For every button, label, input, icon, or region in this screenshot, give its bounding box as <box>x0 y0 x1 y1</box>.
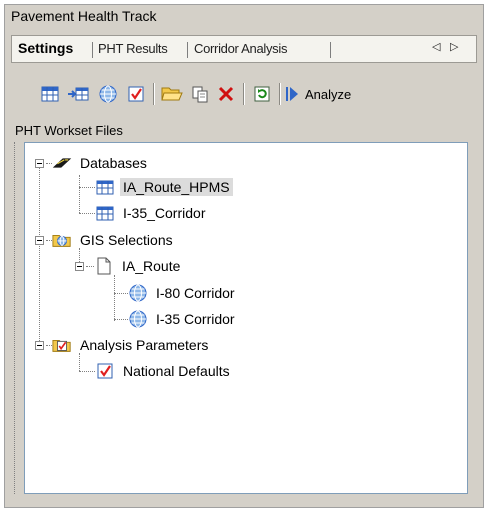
tree-label: IA_Route <box>122 258 181 274</box>
tree-label: I-35_Corridor <box>123 205 206 221</box>
globe-icon <box>128 310 148 328</box>
refresh-icon[interactable] <box>251 83 273 105</box>
tree-node-i80-corridor[interactable]: I-80 Corridor <box>114 283 238 303</box>
globe-icon <box>128 284 148 302</box>
globe-folder-icon <box>52 231 72 249</box>
table-icon <box>95 178 115 196</box>
tab-corridor-analysis[interactable]: Corridor Analysis <box>194 41 287 56</box>
tree-node-i35-corridor-db[interactable]: I-35_Corridor <box>79 203 208 223</box>
tree-node-ia-route[interactable]: IA_Route <box>75 256 183 276</box>
globe-icon[interactable] <box>97 83 119 105</box>
tree-node-analysis-parameters[interactable]: Analysis Parameters <box>35 335 211 355</box>
tree-node-gis-selections[interactable]: GIS Selections <box>35 230 176 250</box>
tree-node-ia-route-hpms[interactable]: IA_Route_HPMS <box>79 177 233 197</box>
toolbar-separator <box>279 83 280 105</box>
tree-label: I-35 Corridor <box>156 311 235 327</box>
workset-files-label: PHT Workset Files <box>15 123 123 138</box>
collapse-toggle[interactable] <box>35 235 44 245</box>
tree-label: GIS Selections <box>80 232 173 248</box>
tab-divider <box>330 42 331 58</box>
delete-icon[interactable] <box>215 83 237 105</box>
play-icon <box>286 87 298 101</box>
checklist-folder-icon <box>52 336 72 354</box>
toolbar: Analyze <box>11 73 477 113</box>
tab-divider <box>187 42 188 58</box>
analyze-button[interactable]: Analyze <box>285 83 351 105</box>
tab-scroll-left-icon[interactable]: ◁ <box>432 40 440 53</box>
toolbar-separator <box>243 83 244 105</box>
tree-label: I-80 Corridor <box>156 285 235 301</box>
tree-label: Databases <box>80 155 147 171</box>
checklist-icon[interactable] <box>125 83 147 105</box>
open-folder-icon[interactable] <box>161 83 183 105</box>
tree-guide-line <box>14 142 16 494</box>
collapse-toggle[interactable] <box>35 158 44 168</box>
tree-node-national-defaults[interactable]: National Defaults <box>79 361 233 381</box>
checklist-icon <box>95 362 115 380</box>
table-icon <box>95 204 115 222</box>
tree-label: Analysis Parameters <box>80 337 209 353</box>
analyze-label: Analyze <box>305 86 352 102</box>
tab-scroll-right-icon[interactable]: ▷ <box>450 40 458 53</box>
tree-label: IA_Route_HPMS <box>120 178 233 196</box>
copy-icon[interactable] <box>189 83 211 105</box>
document-icon <box>94 257 114 275</box>
window-title: Pavement Health Track <box>11 8 157 24</box>
workset-tree[interactable]: Databases IA_Route_HPMS I-35_Corridor GI… <box>24 142 468 494</box>
tree-label: National Defaults <box>123 363 230 379</box>
table-icon[interactable] <box>39 83 61 105</box>
tree-node-databases[interactable]: Databases <box>35 153 150 173</box>
import-table-icon[interactable] <box>67 83 89 105</box>
database-icon <box>52 154 72 172</box>
collapse-toggle[interactable] <box>35 340 44 350</box>
tab-settings[interactable]: Settings <box>18 40 73 56</box>
tree-node-i35-corridor-gis[interactable]: I-35 Corridor <box>114 309 238 329</box>
toolbar-separator <box>153 83 154 105</box>
tab-strip: Settings PHT Results Corridor Analysis ◁… <box>11 35 477 63</box>
tree-guide-line <box>39 167 40 343</box>
tab-divider <box>92 42 93 58</box>
collapse-toggle[interactable] <box>75 261 84 271</box>
tab-pht-results[interactable]: PHT Results <box>98 41 168 56</box>
